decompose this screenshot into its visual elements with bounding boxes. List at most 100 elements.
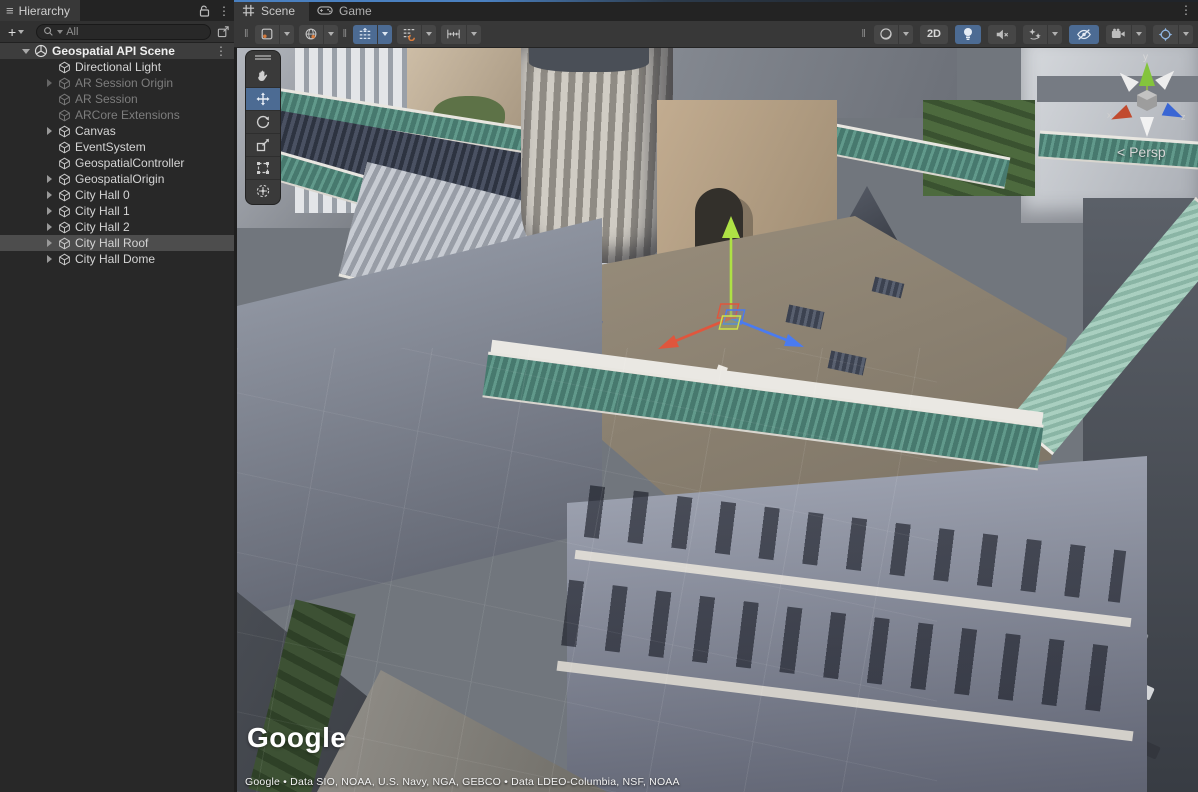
hierarchy-search-input[interactable]: All: [36, 24, 211, 40]
hierarchy-item[interactable]: AR Session Origin: [0, 75, 234, 91]
axis-cone-white[interactable]: [1115, 68, 1139, 92]
focused-pane-indicator: [234, 0, 1198, 2]
hand-tool-icon: [255, 68, 271, 84]
pane-menu-icon[interactable]: ⋮: [1180, 4, 1192, 16]
gamepad-icon: [317, 5, 333, 16]
hierarchy-item[interactable]: Directional Light: [0, 59, 234, 75]
axis-y-label: y: [1143, 52, 1148, 63]
hierarchy-menu-icon[interactable]: ⋮: [218, 5, 230, 17]
search-icon: [43, 26, 54, 37]
camera-settings-button[interactable]: [1106, 25, 1146, 44]
orientation-gizmo[interactable]: y x z < Persp: [1099, 50, 1198, 200]
axis-y-cone[interactable]: [1139, 62, 1155, 86]
create-object-button[interactable]: +: [4, 24, 28, 40]
hierarchy-item[interactable]: GeospatialController: [0, 155, 234, 171]
gameobject-cube-icon: [58, 125, 71, 138]
expander-collapsed-icon[interactable]: [44, 239, 54, 247]
hierarchy-item-label: City Hall 2: [75, 220, 130, 234]
grid-visibility-button[interactable]: [353, 25, 392, 44]
grid-snap-button[interactable]: [397, 25, 436, 44]
unity-scene-icon: [34, 44, 48, 58]
gameobject-cube-icon: [58, 61, 71, 74]
move-gizmo-z-arrow[interactable]: [784, 334, 804, 347]
orientation-overlay-button[interactable]: [1153, 25, 1193, 44]
hierarchy-item[interactable]: EventSystem: [0, 139, 234, 155]
move-gizmo-x-arrow[interactable]: [658, 335, 679, 349]
gameobject-cube-icon: [58, 253, 71, 266]
tools-overlay-handle[interactable]: [255, 55, 271, 60]
scale-tool-button[interactable]: [246, 133, 280, 156]
hierarchy-item[interactable]: AR Session: [0, 91, 234, 107]
tab-scene[interactable]: Scene: [234, 0, 309, 21]
hierarchy-item-label: City Hall Dome: [75, 252, 155, 266]
lock-icon[interactable]: [199, 5, 210, 17]
ruler-icon: [446, 27, 461, 41]
axis-x-cone[interactable]: [1108, 105, 1132, 126]
hand-tool-button[interactable]: [246, 64, 280, 87]
gameobject-cube-icon: [58, 237, 71, 250]
effects-button[interactable]: [1023, 25, 1062, 44]
snap-increment-icon: [402, 27, 416, 41]
expander-collapsed-icon[interactable]: [44, 79, 54, 87]
overlay-grip-icon[interactable]: ‖: [244, 28, 250, 40]
tab-game[interactable]: Game: [309, 0, 386, 21]
scene-root-menu-icon[interactable]: ⋮: [215, 45, 227, 57]
move-gizmo[interactable]: [631, 210, 831, 380]
lightbulb-icon: [962, 27, 974, 41]
2d-label: 2D: [927, 28, 941, 40]
rotate-tool-button[interactable]: [246, 110, 280, 133]
gameobject-cube-icon: [58, 157, 71, 170]
scale-tool-icon: [255, 137, 271, 153]
scene-grid-icon: [242, 4, 255, 17]
gameobject-cube-icon: [58, 205, 71, 218]
skylight: [872, 277, 905, 299]
axis-cone-white[interactable]: [1140, 117, 1154, 137]
hierarchy-item[interactable]: City Hall Roof: [0, 235, 234, 251]
transform-tool-button[interactable]: [246, 179, 280, 202]
scene-fx-button[interactable]: [299, 25, 338, 44]
move-gizmo-y-arrow[interactable]: [722, 216, 740, 238]
2d-toggle-button[interactable]: 2D: [920, 25, 948, 44]
hierarchy-item[interactable]: City Hall 1: [0, 203, 234, 219]
expander-collapsed-icon[interactable]: [44, 223, 54, 231]
axis-cone-white[interactable]: [1155, 66, 1179, 90]
move-tool-button[interactable]: [246, 87, 280, 110]
scene-audio-button[interactable]: [988, 25, 1016, 44]
overlay-grip-icon[interactable]: ‖: [861, 28, 867, 40]
overlay-grip-icon[interactable]: ‖: [343, 28, 349, 40]
hierarchy-item[interactable]: Canvas: [0, 123, 234, 139]
hierarchy-rows: Directional LightAR Session OriginAR Ses…: [0, 59, 234, 267]
hierarchy-item[interactable]: City Hall Dome: [0, 251, 234, 267]
hierarchy-item[interactable]: City Hall 0: [0, 187, 234, 203]
gameobject-cube-icon: [58, 109, 71, 122]
hierarchy-item[interactable]: City Hall 2: [0, 219, 234, 235]
expander-collapsed-icon[interactable]: [44, 255, 54, 263]
expander-collapsed-icon[interactable]: [44, 175, 54, 183]
draw-mode-button[interactable]: [874, 25, 913, 44]
gameobject-cube-icon: [58, 221, 71, 234]
shaded-sphere-icon: [879, 27, 893, 41]
hierarchy-item[interactable]: ARCore Extensions: [0, 107, 234, 123]
open-search-window-icon[interactable]: [217, 25, 230, 38]
scene-lighting-button[interactable]: [955, 25, 981, 44]
gameobject-cube-icon: [58, 173, 71, 186]
audio-muted-icon: [995, 28, 1009, 41]
camera-icon: [1111, 28, 1126, 40]
hierarchy-item[interactable]: GeospatialOrigin: [0, 171, 234, 187]
scene-root-row[interactable]: Geospatial API Scene ⋮: [0, 43, 234, 59]
move-tool-icon: [255, 91, 271, 107]
persp-toggle[interactable]: < Persp: [1117, 144, 1166, 160]
scene-visibility-button[interactable]: [1069, 25, 1099, 44]
expander-collapsed-icon[interactable]: [44, 127, 54, 135]
expander-open-icon[interactable]: [22, 49, 30, 54]
rect-tool-button[interactable]: [246, 156, 280, 179]
expander-collapsed-icon[interactable]: [44, 207, 54, 215]
gameobject-cube-icon: [58, 93, 71, 106]
tab-hierarchy[interactable]: ≡ Hierarchy: [0, 0, 80, 21]
hierarchy-item-label: AR Session Origin: [75, 76, 173, 90]
game-tab-label: Game: [339, 4, 372, 18]
snap-settings-button[interactable]: [441, 25, 481, 44]
expander-collapsed-icon[interactable]: [44, 191, 54, 199]
scene-viewport[interactable]: y x z < Persp Google Google • Data SIO, …: [234, 48, 1198, 792]
view-options-button[interactable]: [255, 25, 294, 44]
